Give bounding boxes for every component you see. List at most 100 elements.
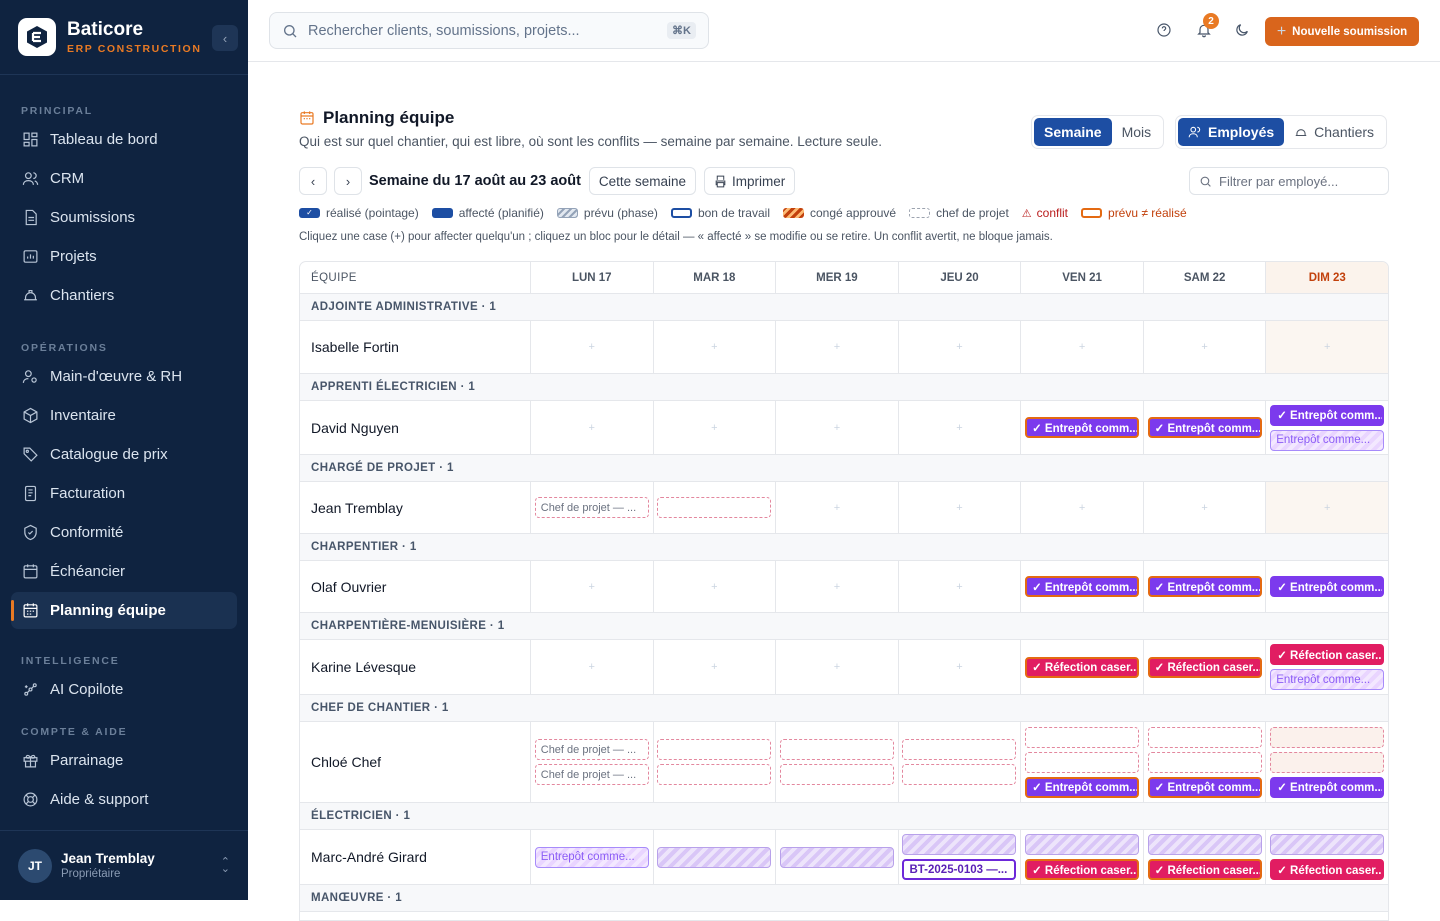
help-button[interactable]: [1156, 22, 1174, 40]
phase-block[interactable]: Entrepôt comme...: [1270, 669, 1385, 690]
day-cell[interactable]: +: [775, 321, 898, 373]
day-cell[interactable]: ✓ Entrepôt comm...: [1142, 561, 1266, 612]
view-week-button[interactable]: Semaine: [1034, 118, 1112, 146]
day-cell[interactable]: [652, 722, 776, 802]
project-lead-block[interactable]: [902, 764, 1017, 785]
search-input[interactable]: Rechercher clients, soumissions, projets…: [269, 12, 709, 49]
day-cell[interactable]: ✓ Entrepôt comm...: [1142, 722, 1266, 802]
assignment-block[interactable]: ✓ Réfection caser...: [1270, 644, 1385, 665]
day-cell[interactable]: +: [897, 482, 1021, 533]
assignment-block[interactable]: ✓ Réfection caser...: [1270, 859, 1385, 880]
work-order-block[interactable]: BT-2025-0103 —...: [902, 859, 1017, 880]
assignment-block[interactable]: ✓ Entrepôt comm...: [1025, 776, 1140, 798]
next-week-button[interactable]: ›: [334, 167, 362, 195]
phase-block[interactable]: [657, 846, 772, 868]
day-cell[interactable]: ✓ Entrepôt comm...: [1020, 722, 1143, 802]
mode-employees-button[interactable]: Employés: [1178, 118, 1285, 146]
sidebar-item-aide-support[interactable]: Aide & support: [11, 781, 237, 818]
day-cell[interactable]: [775, 722, 898, 802]
sidebar-item-parrainage[interactable]: Parrainage: [11, 742, 237, 779]
sidebar-item-ai-copilote[interactable]: AI Copilote: [11, 671, 237, 708]
assignment-block[interactable]: ✓ Entrepôt comm...: [1147, 417, 1262, 438]
project-lead-block[interactable]: [1270, 726, 1385, 748]
day-cell[interactable]: ✓ Réfection caser...: [1020, 830, 1143, 884]
project-lead-block[interactable]: [779, 764, 894, 785]
this-week-button[interactable]: Cette semaine: [588, 167, 696, 195]
day-cell[interactable]: ✓ Réfection caser...: [1142, 640, 1266, 694]
project-lead-block[interactable]: Chef de projet — ...: [534, 739, 649, 760]
phase-block[interactable]: [1270, 834, 1385, 855]
day-cell[interactable]: BT-2025-0103 —...: [897, 830, 1021, 884]
assignment-block[interactable]: ✓ Réfection caser...: [1147, 656, 1262, 678]
day-cell[interactable]: +: [775, 640, 898, 694]
notifications-button[interactable]: 2: [1196, 13, 1219, 40]
day-cell[interactable]: +: [775, 482, 898, 533]
phase-block[interactable]: [1025, 834, 1140, 855]
print-button[interactable]: Imprimer: [703, 167, 796, 195]
day-cell[interactable]: +: [529, 640, 653, 694]
project-lead-block[interactable]: [1270, 751, 1385, 773]
assignment-block[interactable]: ✓ Entrepôt comm...: [1270, 576, 1385, 597]
phase-block[interactable]: [779, 846, 894, 868]
day-cell[interactable]: ✓ Entrepôt comm...: [1142, 401, 1266, 454]
day-cell[interactable]: +: [1020, 482, 1143, 533]
employee-filter-input[interactable]: Filtrer par employé...: [1189, 167, 1389, 195]
assignment-block[interactable]: ✓ Réfection caser...: [1025, 859, 1140, 880]
sidebar-item-main-oeuvre-rh[interactable]: Main-d'œuvre & RH: [11, 358, 237, 395]
day-cell[interactable]: +: [1265, 482, 1388, 533]
day-cell[interactable]: +: [652, 321, 776, 373]
day-cell[interactable]: ✓ Entrepôt comm...: [1265, 561, 1388, 612]
mode-sites-button[interactable]: Chantiers: [1284, 118, 1384, 146]
day-cell[interactable]: +: [775, 401, 898, 454]
project-lead-block[interactable]: [902, 739, 1017, 760]
user-menu[interactable]: JT Jean Tremblay Propriétaire ⌃ ⌄: [0, 830, 248, 900]
day-cell[interactable]: +: [1142, 482, 1266, 533]
project-lead-block[interactable]: [1025, 726, 1140, 748]
phase-block[interactable]: [902, 834, 1017, 855]
phase-block[interactable]: [1147, 834, 1262, 855]
day-cell[interactable]: +: [529, 401, 653, 454]
previous-week-button[interactable]: ‹: [299, 167, 327, 195]
day-cell[interactable]: Chef de projet — ... Chef de projet — ...: [529, 722, 653, 802]
project-lead-block[interactable]: [657, 497, 772, 518]
day-cell[interactable]: ✓ Réfection caser...: [1142, 830, 1266, 884]
assignment-block[interactable]: ✓ Entrepôt comm...: [1147, 776, 1262, 798]
day-cell[interactable]: Chef de projet — ...: [529, 482, 653, 533]
sidebar-item-crm[interactable]: CRM: [11, 160, 237, 197]
sidebar-item-soumissions[interactable]: Soumissions: [11, 199, 237, 236]
assignment-block[interactable]: ✓ Entrepôt comm...: [1270, 776, 1385, 798]
project-lead-block[interactable]: [657, 764, 772, 785]
day-cell[interactable]: [652, 830, 776, 884]
assignment-block[interactable]: ✓ Entrepôt comm...: [1025, 576, 1140, 597]
assignment-block[interactable]: ✓ Entrepôt comm...: [1025, 417, 1140, 438]
sidebar-item-inventaire[interactable]: Inventaire: [11, 397, 237, 434]
assignment-block[interactable]: ✓ Entrepôt comm...: [1147, 576, 1262, 597]
day-cell[interactable]: +: [1265, 321, 1388, 373]
day-cell[interactable]: +: [897, 401, 1021, 454]
day-cell[interactable]: +: [652, 640, 776, 694]
day-cell[interactable]: ✓ Réfection caser...: [1020, 640, 1143, 694]
day-cell[interactable]: +: [1020, 321, 1143, 373]
day-cell[interactable]: ✓ Réfection caser... Entrepôt comme...: [1265, 640, 1388, 694]
sidebar-item-catalogue-de-prix[interactable]: Catalogue de prix: [11, 436, 237, 473]
project-lead-block[interactable]: [1147, 751, 1262, 773]
day-cell[interactable]: +: [529, 561, 653, 612]
day-cell[interactable]: +: [897, 561, 1021, 612]
sidebar-item-conformite[interactable]: Conformité: [11, 514, 237, 551]
sidebar-item-tableau-de-bord[interactable]: Tableau de bord: [11, 121, 237, 158]
day-cell[interactable]: +: [1142, 321, 1266, 373]
day-cell[interactable]: ✓ Entrepôt comm... Entrepôt comme...: [1265, 401, 1388, 454]
project-lead-block[interactable]: [779, 739, 894, 760]
assignment-block[interactable]: ✓ Entrepôt comm...: [1270, 404, 1385, 426]
day-cell[interactable]: [897, 722, 1021, 802]
sidebar-item-planning-equipe[interactable]: Planning équipe: [11, 592, 237, 629]
phase-block[interactable]: Entrepôt comme...: [534, 846, 649, 868]
assignment-block[interactable]: ✓ Réfection caser...: [1147, 859, 1262, 880]
day-cell[interactable]: ✓ Réfection caser...: [1265, 830, 1388, 884]
day-cell[interactable]: +: [529, 321, 653, 373]
day-cell[interactable]: ✓ Entrepôt comm...: [1020, 561, 1143, 612]
day-cell[interactable]: [652, 482, 776, 533]
project-lead-block[interactable]: [1025, 751, 1140, 773]
project-lead-block[interactable]: [657, 739, 772, 760]
project-lead-block[interactable]: Chef de projet — ...: [534, 497, 649, 518]
